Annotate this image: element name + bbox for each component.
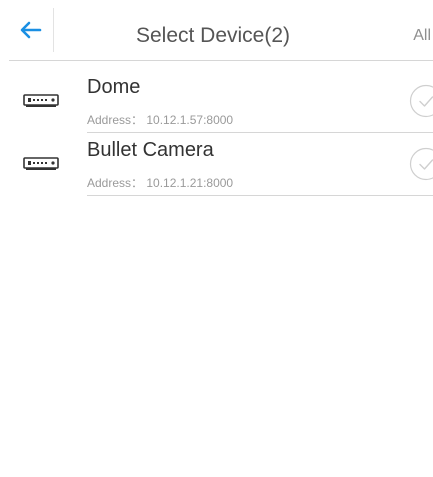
check-circle-icon[interactable] xyxy=(409,84,433,118)
back-arrow-icon xyxy=(20,21,42,39)
select-all-button[interactable]: All xyxy=(413,0,433,60)
device-select-screen: Select Device(2) All Dome Address： 10.12… xyxy=(0,0,433,477)
dvr-device-icon xyxy=(23,157,59,170)
device-address: Address： 10.12.1.21:8000 xyxy=(87,176,234,190)
empty-list-area xyxy=(9,197,433,477)
back-button[interactable] xyxy=(9,8,54,52)
header-bar: Select Device(2) All xyxy=(9,0,433,61)
dvr-device-icon xyxy=(23,94,59,107)
device-info: Bullet Camera Address： 10.12.1.21:8000 xyxy=(87,133,433,196)
page-title: Select Device(2) xyxy=(135,24,291,47)
list-item-device[interactable]: Dome Address： 10.12.1.57:8000 xyxy=(9,70,433,133)
device-list: Dome Address： 10.12.1.57:8000 Bullet Cam… xyxy=(9,70,433,196)
device-address: Address： 10.12.1.57:8000 xyxy=(87,113,234,127)
device-name: Dome xyxy=(87,76,141,98)
device-info: Dome Address： 10.12.1.57:8000 xyxy=(87,70,433,133)
list-item-device[interactable]: Bullet Camera Address： 10.12.1.21:8000 xyxy=(9,133,433,196)
device-name: Bullet Camera xyxy=(87,139,214,161)
check-circle-icon[interactable] xyxy=(409,147,433,181)
